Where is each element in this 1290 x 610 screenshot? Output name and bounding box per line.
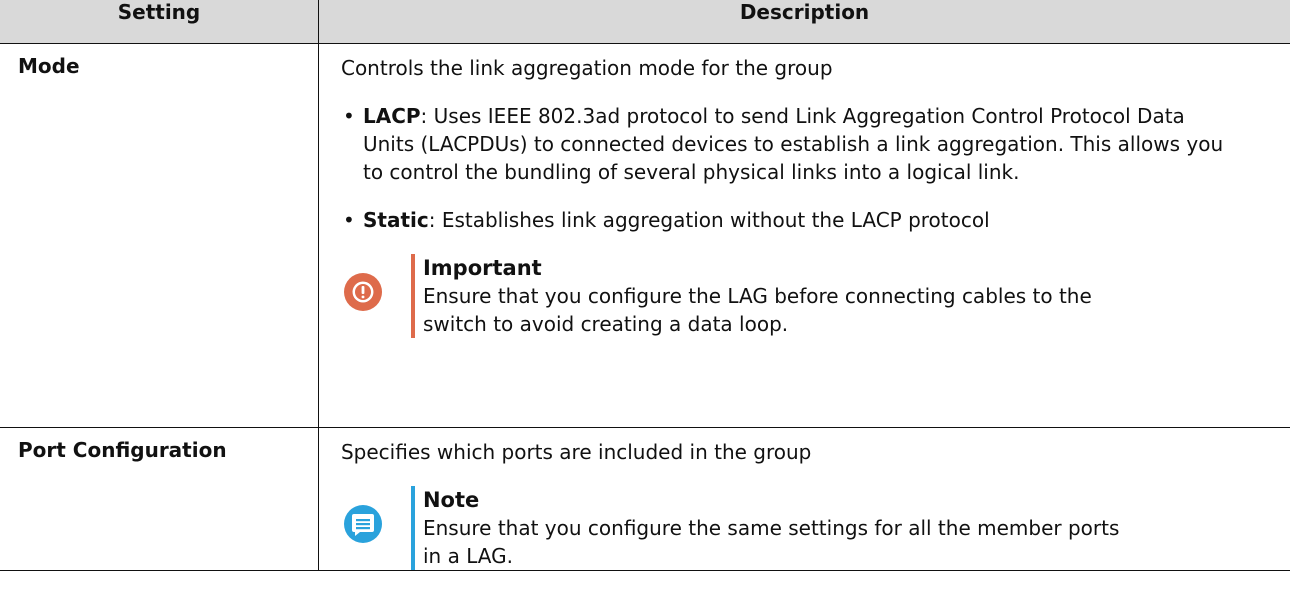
option-term: Static <box>362 208 429 232</box>
callout-accent-bar <box>410 486 415 570</box>
option-text: : Uses IEEE 802.3ad protocol to send Lin… <box>362 104 1224 184</box>
callout-title: Important <box>422 256 542 280</box>
setting-name: Port Configuration <box>0 427 319 571</box>
description-text: Controls the link aggregation mode for t… <box>340 56 833 80</box>
description-cell: Controls the link aggregation mode for t… <box>317 43 1290 428</box>
option-term: LACP <box>362 104 421 128</box>
note-icon <box>343 504 383 544</box>
table-row-port-configuration: Port Configuration Specifies which ports… <box>0 427 1290 571</box>
callout-text: Ensure that you configure the LAG before… <box>422 284 1092 336</box>
settings-table: Setting Description Mode Controls the li… <box>0 0 1290 571</box>
exclamation-icon <box>343 272 383 312</box>
note-callout: Note Ensure that you configure the same … <box>341 486 1290 570</box>
table-row-mode: Mode Controls the link aggregation mode … <box>0 43 1290 428</box>
option-text: : Establishes link aggregation without t… <box>428 208 990 232</box>
description-text: Specifies which ports are included in th… <box>340 440 812 464</box>
bullet-icon: • <box>342 208 355 232</box>
bullet-icon: • <box>342 104 355 128</box>
list-item-lacp: • LACP: Uses IEEE 802.3ad protocol to se… <box>341 102 1233 186</box>
setting-name: Mode <box>0 43 319 428</box>
header-description: Description <box>317 0 1290 44</box>
callout-title: Note <box>422 488 480 512</box>
callout-accent-bar <box>410 254 415 338</box>
list-item-static: • Static: Establishes link aggregation w… <box>341 206 1233 234</box>
description-cell: Specifies which ports are included in th… <box>317 427 1290 571</box>
header-setting: Setting <box>0 0 319 44</box>
table-header-row: Setting Description <box>0 0 1290 44</box>
callout-text: Ensure that you configure the same setti… <box>422 516 1120 568</box>
mode-options-list: • LACP: Uses IEEE 802.3ad protocol to se… <box>341 102 1290 234</box>
important-callout: Important Ensure that you configure the … <box>341 254 1290 338</box>
